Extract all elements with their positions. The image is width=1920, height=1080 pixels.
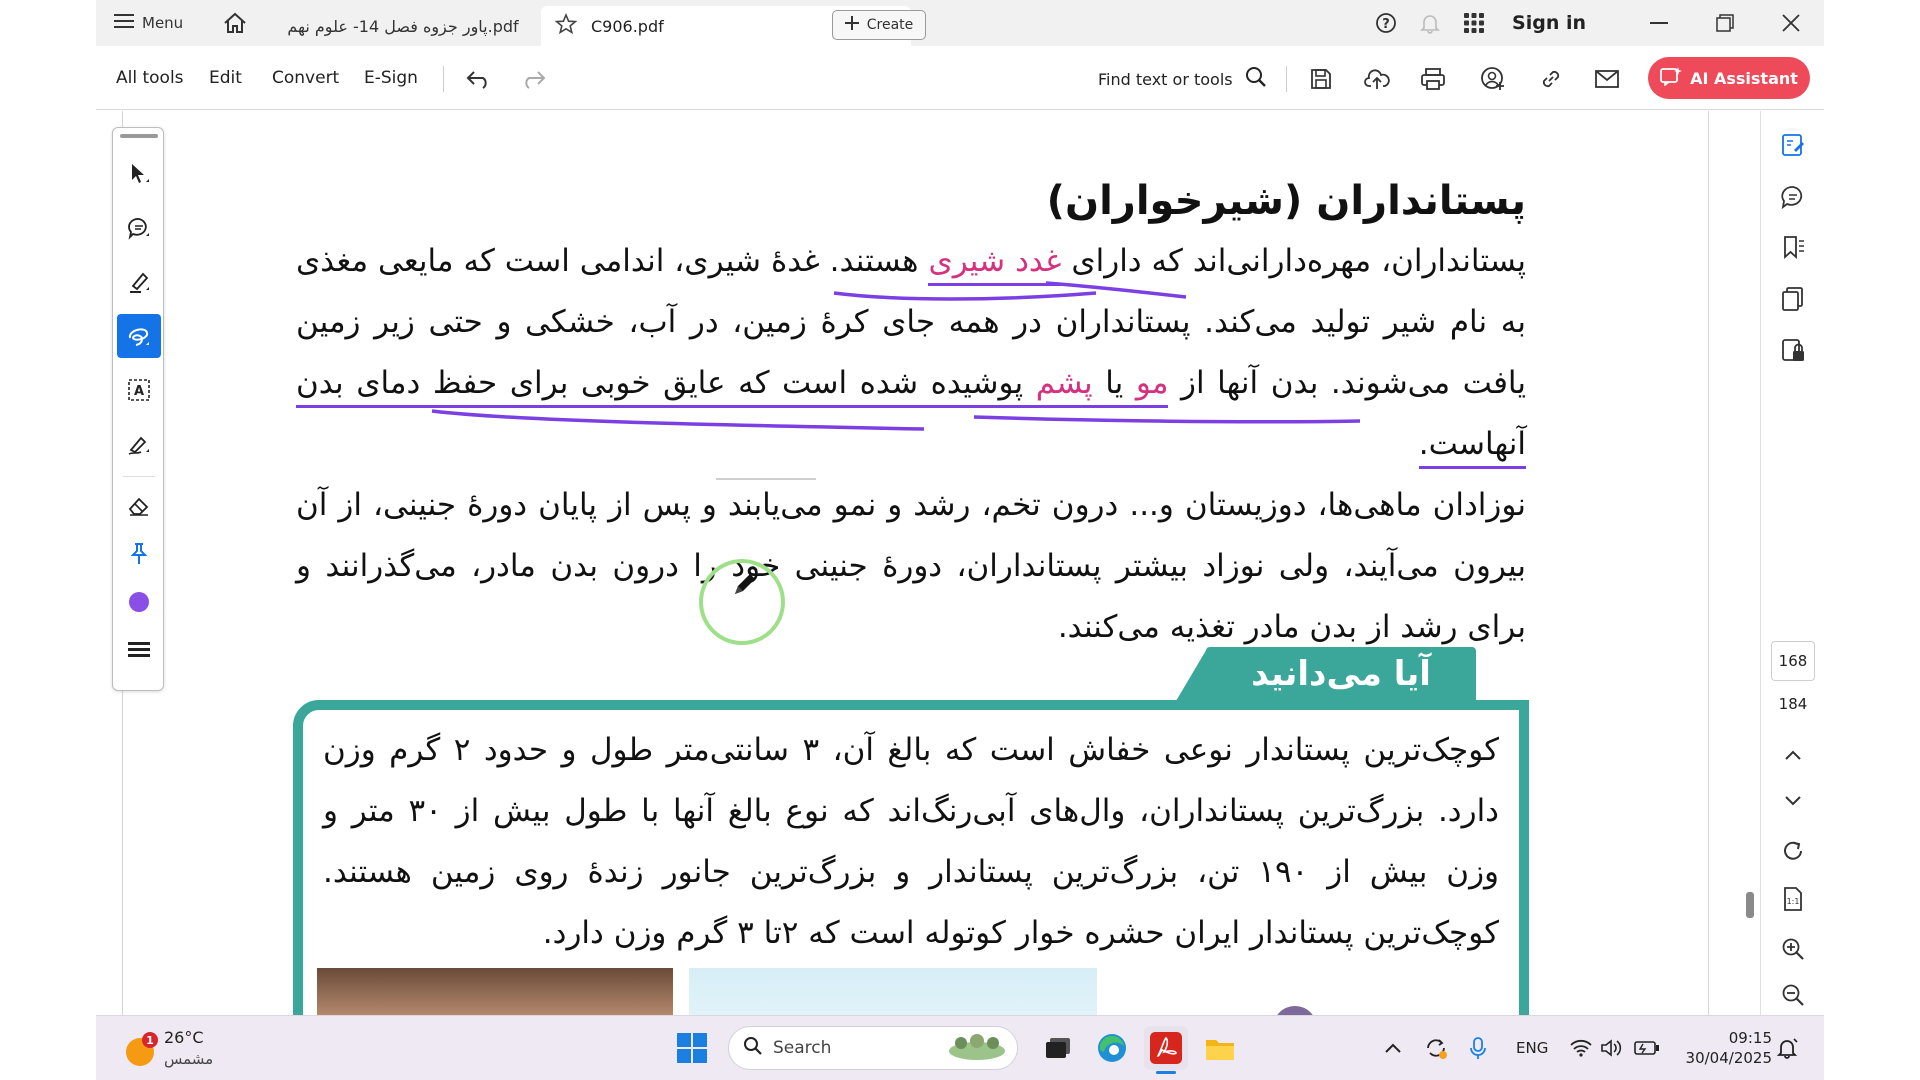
tab-label: پاور جزوه فصل 14- علوم نهم.pdf (287, 16, 519, 36)
ai-assistant-icon (1660, 66, 1683, 90)
total-pages: 184 (1778, 695, 1808, 713)
vertical-scrollbar-thumb[interactable] (1746, 892, 1754, 918)
task-view-icon[interactable] (1036, 1026, 1080, 1070)
create-label: Create (866, 17, 914, 33)
language-indicator[interactable]: ENG (1516, 1026, 1548, 1070)
right-sidebar: 168 184 1:1 (1760, 111, 1824, 1015)
comments-panel-icon[interactable] (1775, 179, 1811, 215)
find-text-or-tools[interactable]: Find text or tools (1098, 64, 1267, 94)
menu-button[interactable]: Menu (114, 10, 183, 36)
esign-menu[interactable]: E-Sign (364, 68, 418, 88)
clock-time: 09:15 (1728, 1029, 1772, 1047)
taskbar-search[interactable]: Search (728, 1026, 1018, 1070)
apps-grid-icon[interactable] (1452, 0, 1496, 46)
close-window-button[interactable] (1758, 0, 1824, 46)
save-icon[interactable] (1304, 62, 1338, 96)
microphone-icon[interactable] (1470, 1026, 1486, 1070)
acrobat-taskbar-icon[interactable] (1144, 1026, 1188, 1074)
windows-taskbar: 1 26°C مشمس Search ENG 09:15 30/04/2025 (96, 1015, 1824, 1080)
search-highlight-icon (947, 1031, 1007, 1066)
bell-icon[interactable] (1408, 0, 1452, 46)
all-tools-menu[interactable]: All tools (116, 68, 184, 88)
search-icon (1245, 66, 1267, 92)
home-icon[interactable] (220, 10, 250, 36)
file-explorer-icon[interactable] (1198, 1026, 1242, 1070)
active-app-indicator (1156, 1071, 1176, 1074)
ai-assistant-label: AI Assistant (1690, 68, 1798, 88)
system-clock[interactable]: 09:15 30/04/2025 (1676, 1028, 1772, 1068)
hamburger-icon (114, 13, 134, 33)
zoom-out-icon[interactable] (1775, 977, 1811, 1013)
edit-menu[interactable]: Edit (209, 68, 242, 88)
tab-powerpoint-pdf[interactable]: پاور جزوه فصل 14- علوم نهم.pdf (268, 6, 538, 46)
pages-thumbnails-icon[interactable] (1775, 281, 1811, 317)
tools-toolbar: All tools Edit Convert E-Sign Find text … (96, 46, 1824, 110)
title-bar-right: ? Sign in (1364, 0, 1824, 46)
sign-in-button[interactable]: Sign in (1512, 12, 1586, 34)
restore-button[interactable] (1692, 0, 1758, 46)
rotate-refresh-icon[interactable] (1775, 833, 1811, 869)
search-label: Search (773, 1038, 832, 1058)
temperature: 26°C (164, 1028, 204, 1047)
tab-bar: Menu پاور جزوه فصل 14- علوم نهم.pdf C906… (96, 0, 1824, 46)
print-icon[interactable] (1416, 62, 1450, 96)
share-user-icon[interactable] (1476, 62, 1510, 96)
svg-text:?: ? (1382, 17, 1390, 32)
volume-icon[interactable] (1600, 1026, 1622, 1070)
protect-lock-icon[interactable] (1775, 333, 1811, 369)
clock-date: 30/04/2025 (1685, 1049, 1772, 1067)
redo-icon[interactable] (516, 62, 550, 96)
sync-icon[interactable] (1424, 1026, 1448, 1070)
svg-text:1:1: 1:1 (1787, 897, 1800, 906)
ink-annotations (431, 281, 1361, 480)
chevron-up-icon[interactable] (1775, 737, 1811, 773)
tab-label: C906.pdf (591, 16, 664, 36)
edge-browser-icon[interactable] (1090, 1026, 1134, 1070)
undo-icon[interactable] (462, 62, 496, 96)
toolbar-divider (1286, 66, 1287, 92)
upload-cloud-icon[interactable] (1360, 62, 1394, 96)
sun-weather-icon: 1 (126, 1032, 158, 1066)
wifi-icon[interactable] (1570, 1026, 1592, 1070)
notifications-bell-icon[interactable] (1776, 1026, 1798, 1070)
email-icon[interactable] (1590, 62, 1624, 96)
zoom-in-icon[interactable] (1775, 931, 1811, 967)
windows-start-icon[interactable] (670, 1026, 714, 1070)
minimize-button[interactable] (1626, 0, 1692, 46)
svg-text:1: 1 (146, 1034, 154, 1047)
edit-pdf-icon[interactable] (1775, 127, 1811, 163)
bookmarks-icon[interactable] (1775, 229, 1811, 265)
battery-icon[interactable] (1634, 1026, 1660, 1070)
document-viewer[interactable]: پستانداران (شیرخواران) پستانداران، مهره‌… (96, 111, 1760, 1015)
convert-menu[interactable]: Convert (272, 68, 339, 88)
toolbar-divider (443, 66, 444, 92)
menu-label: Menu (142, 14, 184, 32)
screen: Menu پاور جزوه فصل 14- علوم نهم.pdf C906… (0, 0, 1920, 1080)
chevron-up-tray-icon[interactable] (1384, 1026, 1402, 1070)
acrobat-window: Menu پاور جزوه فصل 14- علوم نهم.pdf C906… (96, 0, 1824, 1015)
create-button[interactable]: Create (832, 10, 926, 40)
weather-condition: مشمس (164, 1050, 214, 1068)
find-label: Find text or tools (1098, 69, 1233, 89)
link-icon[interactable] (1534, 62, 1568, 96)
chevron-down-icon[interactable] (1775, 783, 1811, 819)
star-icon[interactable] (554, 12, 578, 39)
help-icon[interactable]: ? (1364, 0, 1408, 46)
plus-icon (844, 16, 859, 34)
ai-assistant-button[interactable]: AI Assistant (1648, 57, 1810, 99)
actual-size-icon[interactable]: 1:1 (1775, 881, 1811, 917)
current-page-input[interactable]: 168 (1771, 641, 1815, 681)
search-icon (743, 1036, 763, 1061)
weather-widget[interactable]: 1 26°C مشمس (122, 1026, 242, 1070)
